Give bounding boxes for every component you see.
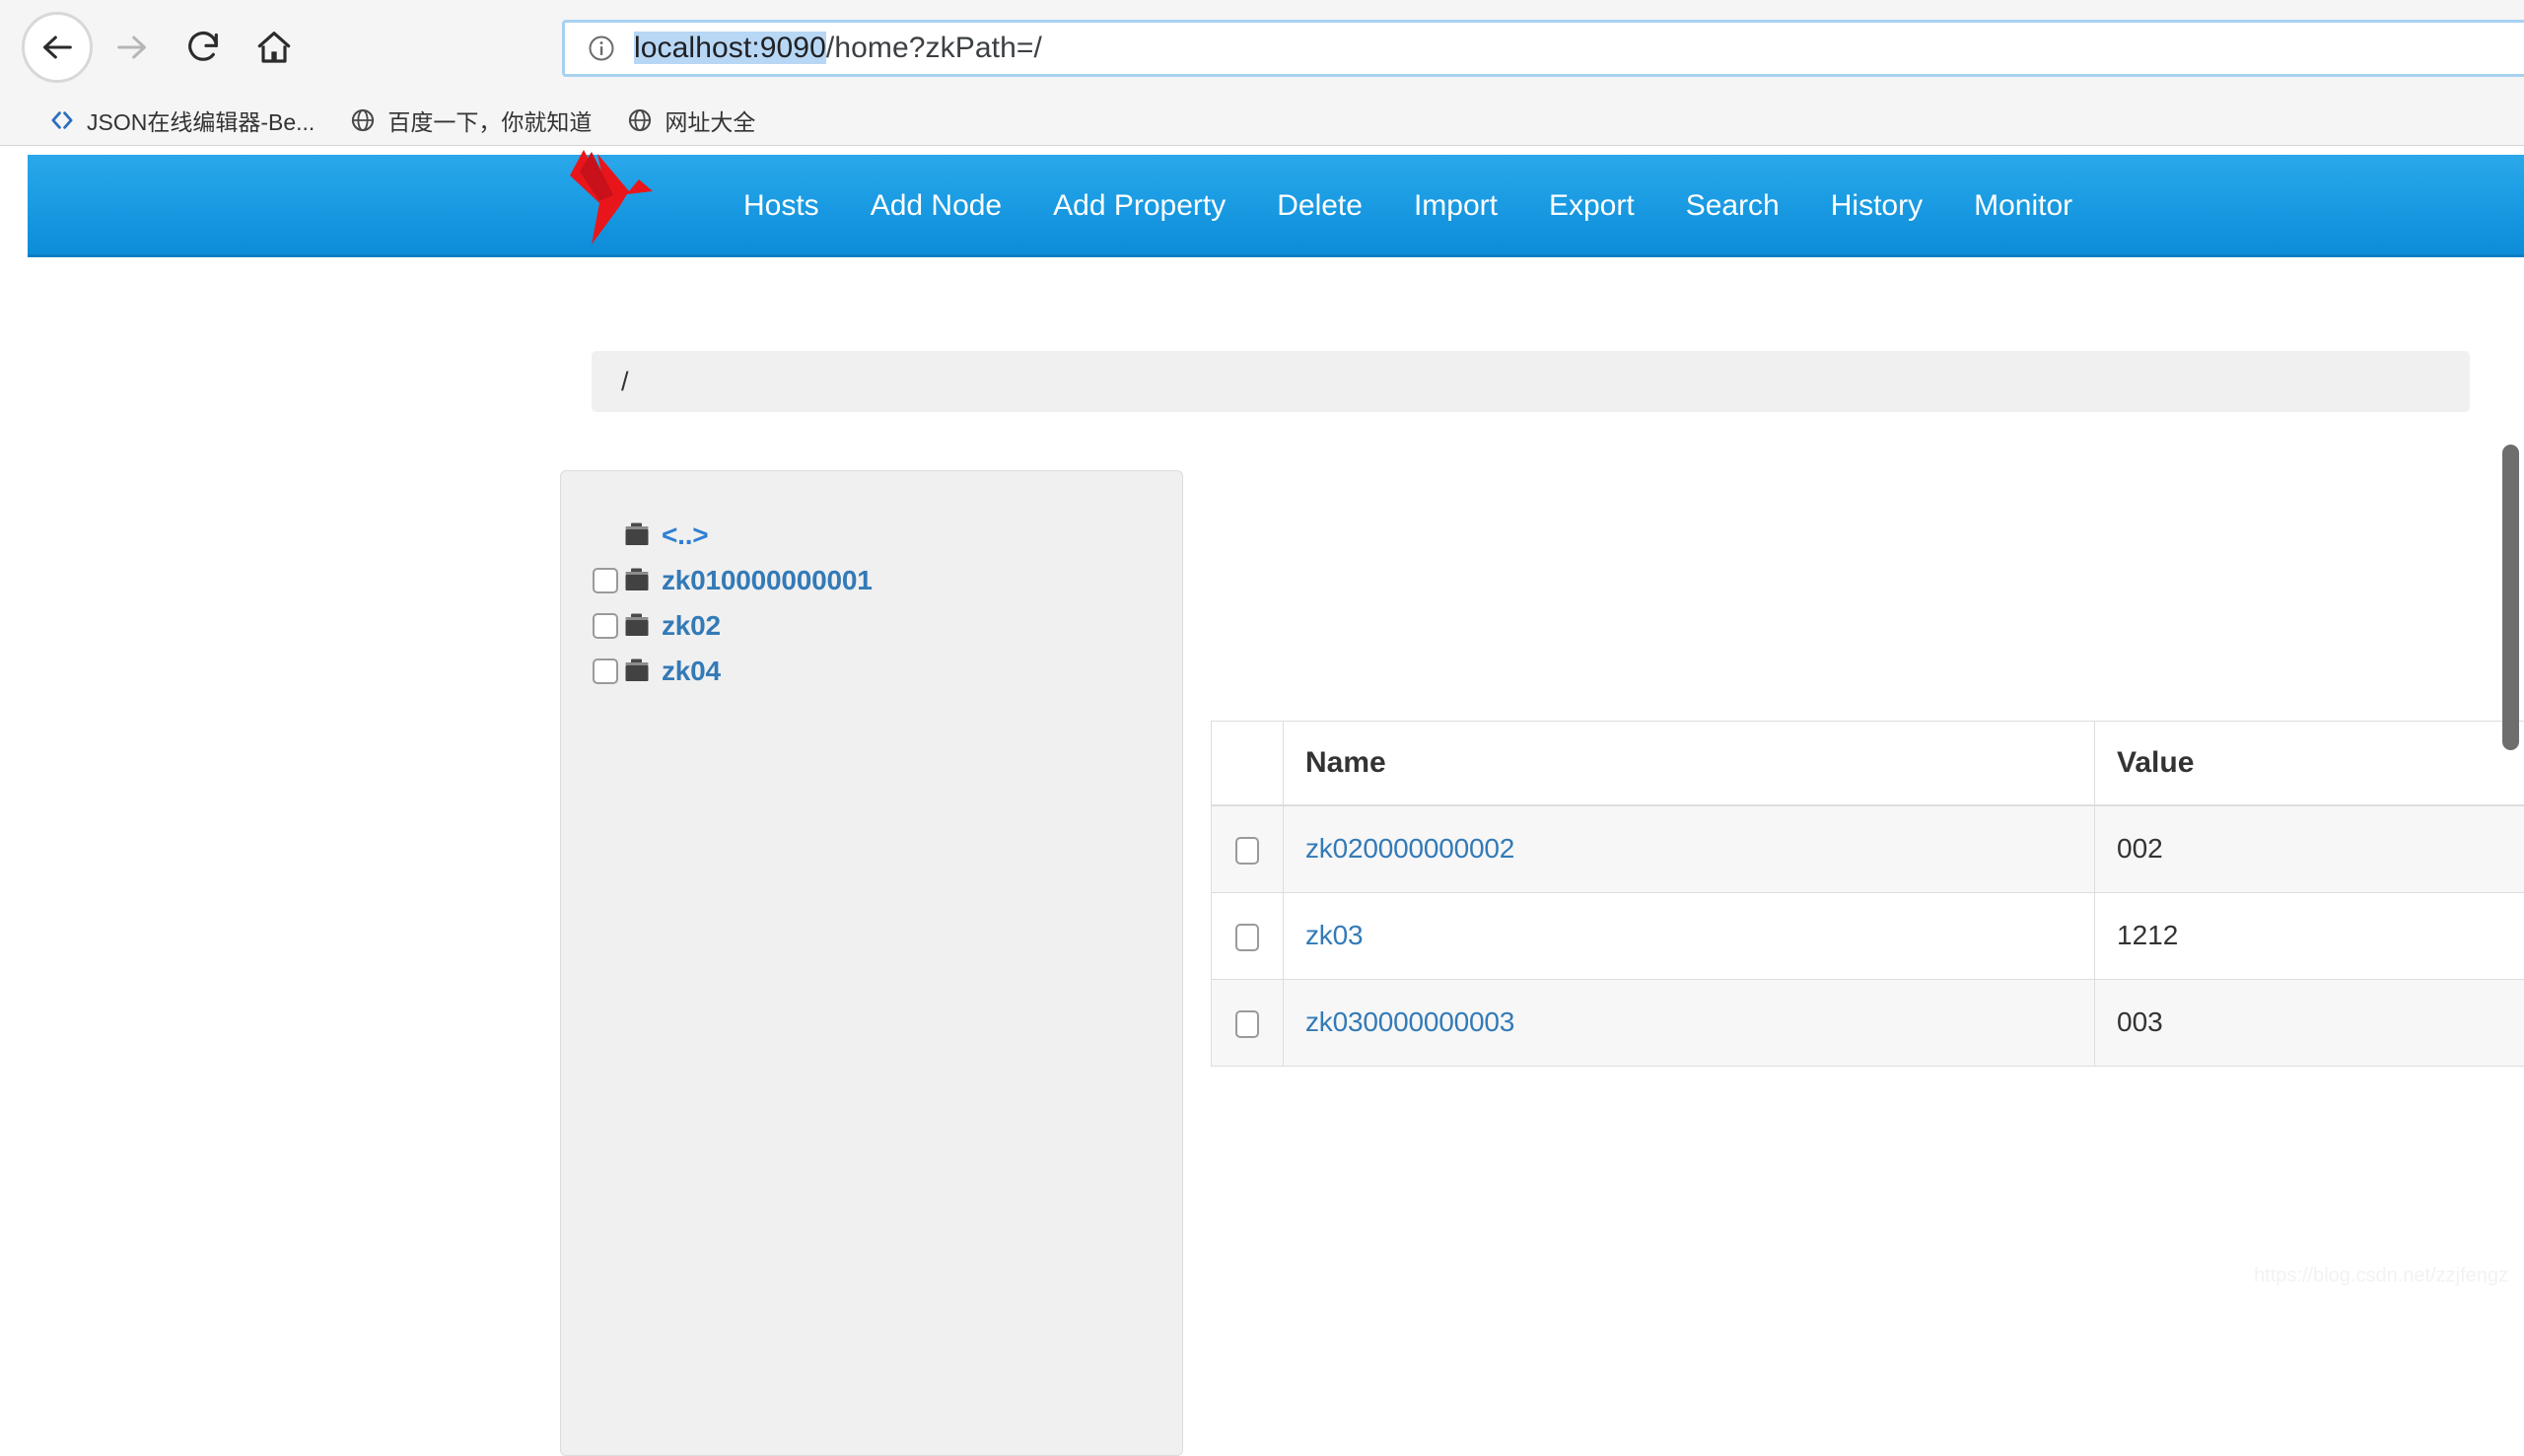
table-row[interactable]: zk020000000002 002 — [1212, 805, 2524, 892]
tree-item-label[interactable]: <..> — [662, 520, 708, 551]
node-properties-table: Name Value zk020000000002 002 — [1211, 721, 2524, 1067]
nav-item-import[interactable]: Import — [1388, 155, 1523, 257]
row-name-link[interactable]: zk020000000002 — [1305, 833, 1514, 864]
table-head: Name Value — [1212, 722, 2524, 806]
breadcrumb-path: / — [621, 367, 629, 397]
nav-item-hosts[interactable]: Hosts — [718, 155, 845, 257]
nav-item-export[interactable]: Export — [1523, 155, 1660, 257]
table-row[interactable]: zk03 1212 — [1212, 892, 2524, 979]
row-value-text: 1212 — [2117, 920, 2178, 950]
table-header-row: Name Value — [1212, 722, 2524, 806]
home-icon — [254, 28, 294, 67]
bookmark-baidu[interactable]: 百度一下，你就知道 — [336, 100, 605, 141]
tree-item-zk010000000001[interactable]: zk010000000001 — [593, 558, 1182, 603]
folder-icon — [624, 521, 654, 549]
bookmark-label: 百度一下，你就知道 — [387, 104, 592, 137]
bookmark-hao123[interactable]: 网址大全 — [613, 100, 769, 141]
reload-button[interactable] — [168, 12, 239, 83]
row-value-text: 003 — [2117, 1006, 2163, 1037]
tree-checkbox[interactable] — [593, 659, 618, 684]
url-path: /home?zkPath=/ — [826, 32, 1042, 64]
row-select-cell[interactable] — [1212, 805, 1284, 892]
nav-item-monitor[interactable]: Monitor — [1948, 155, 2098, 257]
navbar-menu: Hosts Add Node Add Property Delete Impor… — [718, 155, 2098, 257]
nav-item-search[interactable]: Search — [1660, 155, 1805, 257]
nav-item-delete[interactable]: Delete — [1251, 155, 1388, 257]
tree-item-label[interactable]: zk04 — [662, 656, 721, 687]
row-value-cell: 002 — [2095, 805, 2524, 892]
row-name-link[interactable]: zk03 — [1305, 920, 1363, 950]
code-brackets-icon — [49, 107, 75, 133]
tree-item-zk02[interactable]: zk02 — [593, 603, 1182, 649]
node-tree-panel: <..> zk010000000001 zk02 — [560, 470, 1183, 1456]
tree-item-label[interactable]: zk010000000001 — [662, 565, 873, 596]
folder-icon — [624, 567, 654, 594]
bookmarks-bar: JSON在线编辑器-Be... 百度一下，你就知道 网址大全 — [0, 96, 2524, 145]
row-checkbox[interactable] — [1235, 924, 1259, 951]
row-name-cell: zk030000000003 — [1284, 979, 2095, 1066]
globe-icon — [627, 107, 653, 133]
bookmark-label: 网址大全 — [665, 104, 755, 137]
row-value-cell: 1212 — [2095, 892, 2524, 979]
row-select-cell[interactable] — [1212, 892, 1284, 979]
tree-item-parent[interactable]: <..> — [593, 513, 1182, 558]
page-scrollbar-thumb[interactable] — [2502, 445, 2519, 750]
tree-item-label[interactable]: zk02 — [662, 610, 721, 642]
forward-button[interactable] — [97, 12, 168, 83]
page-content: / <..> zk010000000001 — [0, 257, 2524, 1311]
globe-icon — [350, 107, 376, 133]
arrow-left-icon — [37, 28, 77, 67]
table-row[interactable]: zk030000000003 003 — [1212, 979, 2524, 1066]
address-bar[interactable]: localhost:9090/home?zkPath=/ — [562, 20, 2524, 77]
row-select-cell[interactable] — [1212, 979, 1284, 1066]
bookmark-label: JSON在线编辑器-Be... — [87, 104, 315, 137]
address-bar-text: localhost:9090/home?zkPath=/ — [634, 32, 1042, 65]
table-body: zk020000000002 002 zk03 1212 — [1212, 805, 2524, 1066]
nav-item-add-node[interactable]: Add Node — [845, 155, 1027, 257]
column-header-select — [1212, 722, 1284, 806]
breadcrumb[interactable]: / — [592, 351, 2470, 412]
app-navbar: Hosts Add Node Add Property Delete Impor… — [28, 155, 2524, 257]
navigation-buttons — [22, 12, 310, 83]
url-host: localhost:9090 — [634, 32, 826, 64]
row-checkbox[interactable] — [1235, 837, 1259, 865]
column-header-value[interactable]: Value — [2095, 722, 2524, 806]
column-header-name[interactable]: Name — [1284, 722, 2095, 806]
folder-icon — [624, 658, 654, 685]
arrow-right-icon — [112, 28, 152, 67]
back-button[interactable] — [22, 12, 93, 83]
reload-icon — [183, 28, 223, 67]
row-name-link[interactable]: zk030000000003 — [1305, 1006, 1514, 1037]
home-button[interactable] — [239, 12, 310, 83]
row-value-text: 002 — [2117, 833, 2163, 864]
watermark: https://blog.csdn.net/zzjfengz — [2254, 1265, 2508, 1287]
browser-toolbar: localhost:9090/home?zkPath=/ — [0, 0, 2524, 96]
row-name-cell: zk03 — [1284, 892, 2095, 979]
row-value-cell: 003 — [2095, 979, 2524, 1066]
tree-checkbox[interactable] — [593, 568, 618, 593]
row-checkbox[interactable] — [1235, 1010, 1259, 1038]
bookmark-json-editor[interactable]: JSON在线编辑器-Be... — [35, 100, 328, 141]
tree-checkbox[interactable] — [593, 613, 618, 639]
info-circle-icon[interactable] — [587, 34, 616, 63]
node-properties-table-wrapper: Name Value zk020000000002 002 — [1211, 721, 2512, 1067]
row-name-cell: zk020000000002 — [1284, 805, 2095, 892]
nav-item-add-property[interactable]: Add Property — [1027, 155, 1251, 257]
browser-chrome: localhost:9090/home?zkPath=/ JSON在线编辑器-B… — [0, 0, 2524, 146]
folder-icon — [624, 612, 654, 640]
tree-item-zk04[interactable]: zk04 — [593, 649, 1182, 694]
tree-checkbox-placeholder — [593, 522, 618, 548]
nav-item-history[interactable]: History — [1805, 155, 1948, 257]
page-scrollbar[interactable] — [2498, 257, 2524, 1311]
